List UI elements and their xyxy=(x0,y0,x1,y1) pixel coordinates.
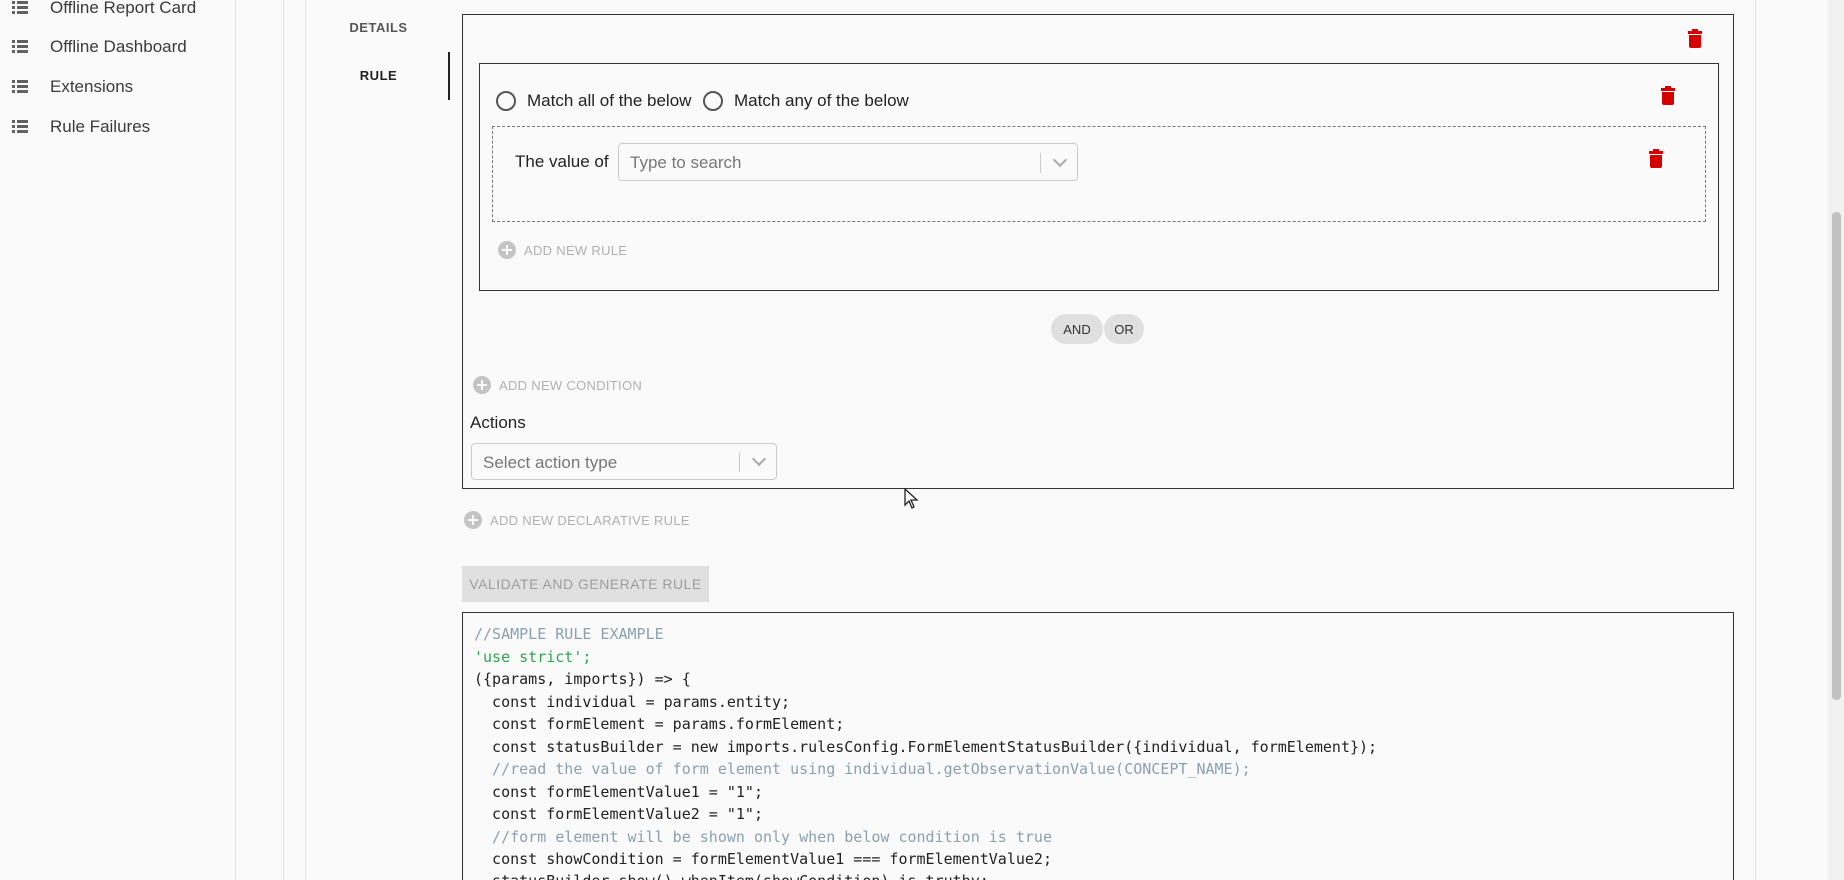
sidebar-item-offline-report-card[interactable]: Offline Report Card xyxy=(0,0,235,28)
tab-rule[interactable]: RULE xyxy=(306,68,451,83)
code-line: 'use strict'; xyxy=(474,648,592,666)
list-icon xyxy=(12,80,28,94)
actions-heading: Actions xyxy=(470,413,526,432)
match-any-label: Match any of the below xyxy=(734,91,909,110)
add-new-declarative-rule-button[interactable]: ADD NEW DECLARATIVE RULE xyxy=(464,511,690,529)
mouse-cursor-icon xyxy=(904,488,919,509)
page-scrollbar-thumb[interactable] xyxy=(1832,212,1841,700)
add-new-condition-button[interactable]: ADD NEW CONDITION xyxy=(473,376,642,394)
code-line: ({params, imports}) => { xyxy=(474,670,691,688)
add-new-declarative-rule-label: ADD NEW DECLARATIVE RULE xyxy=(490,512,690,528)
tab-details[interactable]: DETAILS xyxy=(306,20,451,35)
delete-rule-icon[interactable] xyxy=(1649,149,1663,168)
list-icon xyxy=(12,1,28,15)
list-icon xyxy=(12,120,28,134)
sidebar-item-rule-failures[interactable]: Rule Failures xyxy=(0,107,235,147)
action-type-select[interactable]: Select action type xyxy=(471,443,777,480)
value-of-label: The value of xyxy=(515,152,609,171)
sidebar: Offline Report Card Offline Dashboard Ex… xyxy=(0,0,236,880)
list-icon xyxy=(12,40,28,54)
code-line: const formElement = params.formElement; xyxy=(474,715,845,733)
code-line: const individual = params.entity; xyxy=(474,693,791,711)
add-new-rule-button[interactable]: ADD NEW RULE xyxy=(498,241,627,259)
concept-search-select[interactable]: Type to search xyxy=(618,143,1078,181)
sidebar-item-offline-dashboard[interactable]: Offline Dashboard xyxy=(0,27,235,67)
sidebar-item-extensions[interactable]: Extensions xyxy=(0,67,235,107)
add-circle-icon xyxy=(464,511,482,529)
match-any-radio[interactable] xyxy=(703,91,723,111)
tab-indicator xyxy=(448,52,450,100)
delete-condition-icon[interactable] xyxy=(1661,86,1675,105)
action-type-placeholder: Select action type xyxy=(483,453,618,472)
code-line: const formElementValue2 = "1"; xyxy=(474,805,763,823)
code-line: //form element will be shown only when b… xyxy=(474,828,1052,846)
select-separator xyxy=(1040,153,1041,173)
sidebar-item-label: Rule Failures xyxy=(50,117,151,136)
or-chip[interactable]: OR xyxy=(1104,314,1144,344)
match-all-label: Match all of the below xyxy=(527,91,692,110)
sidebar-item-label: Offline Report Card xyxy=(50,0,197,17)
search-placeholder: Type to search xyxy=(630,153,742,172)
chevron-down-icon[interactable] xyxy=(1052,152,1068,168)
add-circle-icon xyxy=(498,241,516,259)
code-line: statusBuilder.show().whenItem(showCondit… xyxy=(474,872,989,880)
add-new-rule-label: ADD NEW RULE xyxy=(524,242,628,258)
code-line: const showCondition = formElementValue1 … xyxy=(474,850,1052,868)
delete-declarative-rule-icon[interactable] xyxy=(1688,29,1702,48)
code-line: //read the value of form element using i… xyxy=(474,760,1251,778)
validate-generate-rule-button[interactable]: VALIDATE AND GENERATE RULE xyxy=(462,566,709,602)
and-chip[interactable]: AND xyxy=(1051,314,1103,344)
add-circle-icon xyxy=(473,376,491,394)
sidebar-item-label: Offline Dashboard xyxy=(50,37,187,56)
vertical-tabs: DETAILS RULE xyxy=(305,0,451,880)
code-line: const statusBuilder = new imports.rulesC… xyxy=(474,738,1378,756)
code-line: //SAMPLE RULE EXAMPLE xyxy=(474,625,664,643)
match-all-radio[interactable] xyxy=(496,91,516,111)
code-line: const formElementValue1 = "1"; xyxy=(474,783,763,801)
chevron-down-icon[interactable] xyxy=(751,451,767,467)
code-editor[interactable]: //SAMPLE RULE EXAMPLE 'use strict'; ({pa… xyxy=(462,612,1734,880)
sidebar-item-label: Extensions xyxy=(50,77,134,96)
select-separator xyxy=(739,452,740,472)
add-new-condition-label: ADD NEW CONDITION xyxy=(499,377,643,393)
